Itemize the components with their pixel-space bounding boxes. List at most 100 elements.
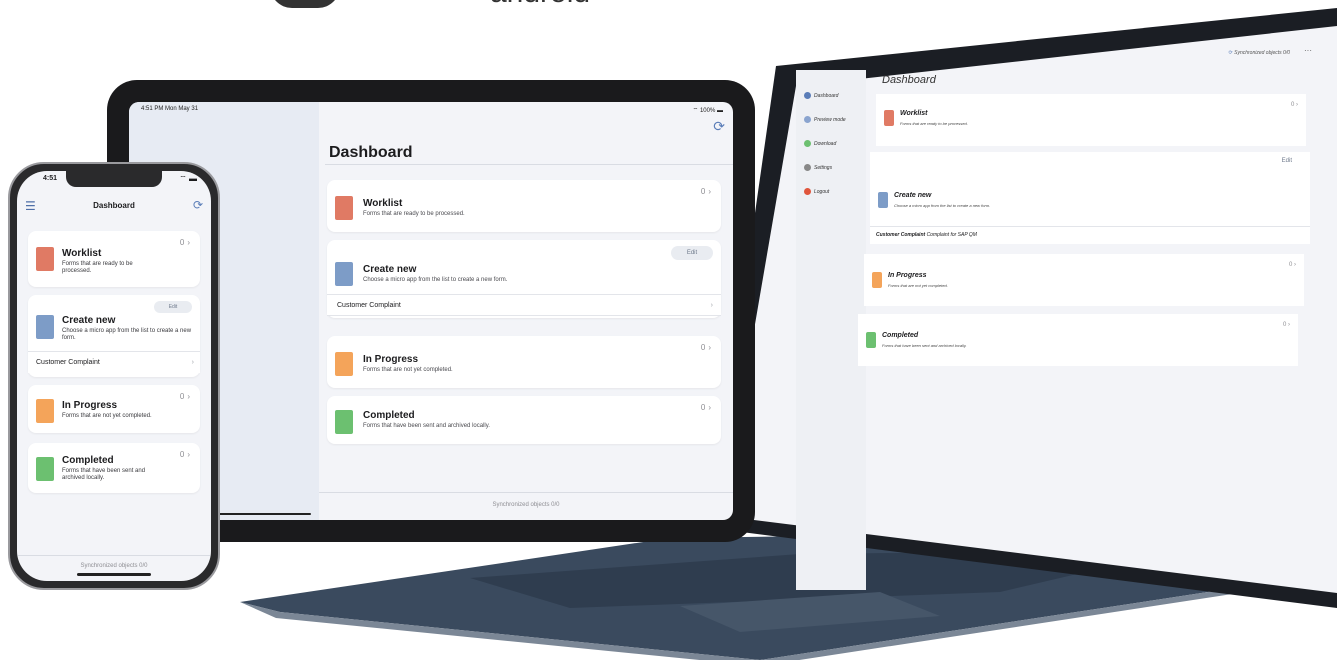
laptop-sync-status[interactable]: ⟳ Synchronized objects 0/0 xyxy=(1229,50,1290,56)
ipad-status-time: 4:51 PM Mon May 31 xyxy=(141,106,199,112)
card-subtitle: Forms that have been sent and archived l… xyxy=(62,468,146,481)
status-time: 4:51 xyxy=(43,175,58,182)
sync-icon[interactable]: ⟳ xyxy=(713,118,725,135)
count-badge: 0 › xyxy=(179,450,190,459)
download-icon xyxy=(804,140,811,147)
card-title: Worklist xyxy=(900,110,928,117)
edit-button[interactable]: Edit xyxy=(154,301,192,313)
laptop-screen: Dashboard Preview mode Download Settings… xyxy=(796,46,1316,590)
card-title: In Progress xyxy=(888,272,927,279)
laptop-sidebar: Dashboard Preview mode Download Settings… xyxy=(796,70,866,590)
completed-card[interactable]: 0 › Completed Forms that have been sent a… xyxy=(28,443,200,493)
sidebar-item-label: Download xyxy=(814,140,837,147)
worklist-clipboard-icon xyxy=(884,110,894,126)
count-badge: 0 › xyxy=(700,343,711,352)
create-new-card: Edit Create new Choose a micro app from … xyxy=(327,240,721,318)
iphone-header: ☰ Dashboard ⟳ xyxy=(17,189,211,219)
in-progress-clipboard-icon xyxy=(335,352,353,376)
sidebar-item-label: Settings xyxy=(814,164,833,171)
card-title: Worklist xyxy=(363,198,403,209)
home-indicator[interactable] xyxy=(77,573,151,576)
sidebar-item-preview[interactable]: Preview mode xyxy=(804,116,846,123)
card-subtitle: Forms that are not yet completed. xyxy=(888,283,948,288)
sidebar-item-dashboard[interactable]: Dashboard xyxy=(804,92,838,99)
create-clipboard-icon xyxy=(36,315,54,339)
worklist-card[interactable]: 0 › Worklist Forms that are ready to be p… xyxy=(28,231,200,287)
sidebar-item-label: Logout xyxy=(814,188,830,195)
card-title: In Progress xyxy=(62,400,118,411)
divider xyxy=(17,555,211,556)
count-badge: 0 › xyxy=(1290,102,1298,108)
chevron-right-icon: › xyxy=(710,301,713,309)
more-icon[interactable]: ··· xyxy=(1304,46,1312,55)
sync-icon[interactable]: ⟳ xyxy=(193,198,203,212)
count-badge: 0 › xyxy=(179,238,190,247)
completed-card[interactable]: Completed Forms that have been sent and … xyxy=(858,314,1298,366)
sync-status: Synchronized objects 0/0 xyxy=(80,563,148,569)
ipad-main: ⟳ Dashboard 0 › Worklist Forms that are r… xyxy=(319,102,733,520)
in-progress-clipboard-icon xyxy=(36,399,54,423)
sidebar-item-download[interactable]: Download xyxy=(804,140,836,147)
worklist-card[interactable]: 0 › Worklist Forms that are ready to be p… xyxy=(327,180,721,232)
in-progress-card[interactable]: 0 › In Progress Forms that are not yet co… xyxy=(327,336,721,388)
completed-clipboard-icon xyxy=(335,410,353,434)
count-badge: 0 › xyxy=(179,392,190,401)
card-title: Completed xyxy=(62,455,114,466)
card-title: Completed xyxy=(363,410,415,421)
notch xyxy=(66,171,162,187)
chevron-right-icon: › xyxy=(191,359,194,366)
card-subtitle: Choose a micro app from the list to crea… xyxy=(62,328,192,341)
micro-app-row-customer-complaint[interactable]: Customer Complaint › xyxy=(28,351,200,373)
worklist-card[interactable]: Worklist Forms that are ready to be proc… xyxy=(876,94,1306,146)
logout-icon xyxy=(804,188,811,195)
iphone-screen: 4:51 ⌔ ▬ ☰ Dashboard ⟳ 0 › Worklist Forms… xyxy=(17,171,211,581)
completed-clipboard-icon xyxy=(36,457,54,481)
card-subtitle: Forms that are not yet completed. xyxy=(62,413,152,419)
count-badge: 0 › xyxy=(700,403,711,412)
in-progress-card[interactable]: In Progress Forms that are not yet compl… xyxy=(864,254,1304,306)
sync-label: Synchronized objects 0/0 xyxy=(1234,50,1290,56)
card-subtitle: Forms that have been sent and archived l… xyxy=(363,423,490,429)
page-title: Dashboard xyxy=(882,74,936,86)
worklist-clipboard-icon xyxy=(36,247,54,271)
completed-card[interactable]: 0 › Completed Forms that have been sent a… xyxy=(327,396,721,444)
count-badge: 0 › xyxy=(1288,262,1296,268)
micro-app-row-customer-complaint[interactable]: Customer Complaint Complaint for SAP QM xyxy=(870,226,1310,242)
in-progress-card[interactable]: 0 › In Progress Forms that are not yet co… xyxy=(28,385,200,433)
divider xyxy=(319,492,733,493)
card-title: In Progress xyxy=(363,354,419,365)
completed-clipboard-icon xyxy=(866,332,876,348)
apple-logo-icon xyxy=(270,0,340,8)
create-clipboard-icon xyxy=(878,192,888,208)
android-logo: android xyxy=(490,0,590,10)
create-clipboard-icon xyxy=(335,262,353,286)
card-subtitle: Choose a micro app from the list to crea… xyxy=(363,277,508,283)
sidebar-item-label: Preview mode xyxy=(814,116,846,123)
page-title: Dashboard xyxy=(329,144,413,161)
marketing-stage: android Dashboard Preview mode Download xyxy=(0,0,1337,660)
sidebar-item-label: Dashboard xyxy=(814,92,839,99)
card-title: Completed xyxy=(882,332,919,339)
card-subtitle: Forms that are ready to be processed. xyxy=(363,211,465,217)
preview-icon xyxy=(804,116,811,123)
worklist-clipboard-icon xyxy=(335,196,353,220)
divider xyxy=(325,164,733,165)
sidebar-item-logout[interactable]: Logout xyxy=(804,188,829,195)
sidebar-item-settings[interactable]: Settings xyxy=(804,164,832,171)
edit-button[interactable]: Edit xyxy=(671,246,713,260)
edit-button[interactable]: Edit xyxy=(1282,158,1292,164)
row-label: Customer Complaint xyxy=(36,359,100,366)
row-title: Customer Complaint xyxy=(876,231,926,238)
in-progress-clipboard-icon xyxy=(872,272,882,288)
iphone-device: 4:51 ⌔ ▬ ☰ Dashboard ⟳ 0 › Worklist Forms… xyxy=(8,162,220,590)
sync-status: Synchronized objects 0/0 xyxy=(492,502,560,508)
row-label: Customer Complaint xyxy=(337,301,401,309)
create-new-card: Edit Create new Choose a micro app from … xyxy=(28,295,200,377)
card-subtitle: Forms that have been sent and archived l… xyxy=(882,343,967,348)
card-title: Create new xyxy=(894,192,932,199)
dashboard-icon xyxy=(804,92,811,99)
card-title: Create new xyxy=(363,264,417,275)
card-subtitle: Choose a micro app from the list to crea… xyxy=(894,203,991,208)
card-subtitle: Forms that are ready to be processed. xyxy=(900,121,968,126)
micro-app-row-customer-complaint[interactable]: Customer Complaint › xyxy=(327,294,721,316)
